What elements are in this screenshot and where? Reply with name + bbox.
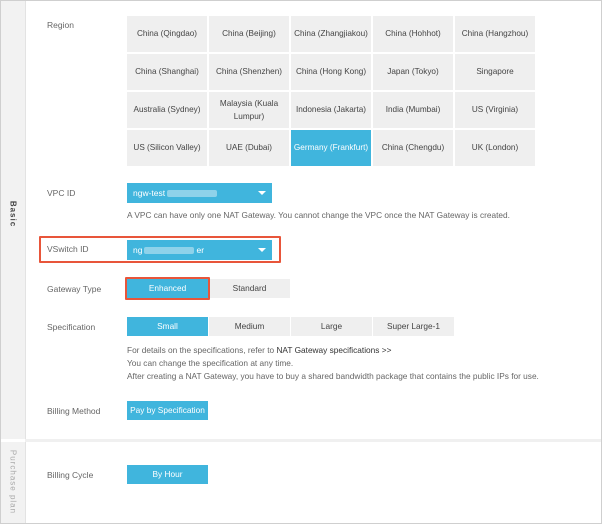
vpc-id-value: ngw-test bbox=[133, 188, 166, 198]
purchase-plan-section-label: Purchase plan bbox=[8, 449, 18, 515]
region-option[interactable]: India (Mumbai) bbox=[372, 91, 454, 129]
pay-by-specification-button[interactable]: Pay by Specification bbox=[127, 401, 209, 420]
basic-section-label: Basic bbox=[8, 200, 18, 228]
region-option[interactable]: UK (London) bbox=[454, 129, 536, 167]
billing-cycle-options: By Hour bbox=[127, 465, 209, 484]
region-option[interactable]: China (Hangzhou) bbox=[454, 15, 536, 53]
region-option[interactable]: Singapore bbox=[454, 53, 536, 91]
gateway-type-label: Gateway Type bbox=[47, 284, 102, 294]
region-option[interactable]: China (Shenzhen) bbox=[208, 53, 290, 91]
redacted-vswitch-id bbox=[144, 247, 195, 255]
specification-label: Specification bbox=[47, 322, 96, 332]
specification-option[interactable]: Small bbox=[127, 317, 209, 336]
region-option[interactable]: China (Zhangjiakou) bbox=[290, 15, 372, 53]
spec-hint-prefix: For details on the specifications, refer… bbox=[127, 345, 275, 355]
region-option[interactable]: China (Hong Kong) bbox=[290, 53, 372, 91]
specification-option[interactable]: Large bbox=[291, 317, 373, 336]
chevron-down-icon bbox=[258, 191, 266, 195]
nat-gateway-purchase-form: Basic Purchase plan Region China (Qingda… bbox=[0, 0, 602, 524]
vswitch-value-suffix: er bbox=[196, 245, 205, 255]
vpc-id-label: VPC ID bbox=[47, 188, 76, 198]
region-option[interactable]: China (Beijing) bbox=[208, 15, 290, 53]
vswitch-value-prefix: ng bbox=[133, 245, 143, 255]
billing-cycle-label: Billing Cycle bbox=[47, 470, 94, 480]
region-option[interactable]: Germany (Frankfurt) bbox=[290, 129, 372, 167]
specification-option[interactable]: Medium bbox=[209, 317, 291, 336]
section-separator bbox=[25, 439, 601, 442]
vpc-hint: A VPC can have only one NAT Gateway. You… bbox=[127, 210, 510, 220]
gateway-type-highlight-box bbox=[125, 277, 210, 300]
spec-hint-line3: After creating a NAT Gateway, you have t… bbox=[127, 371, 539, 381]
basic-section-tab: Basic bbox=[1, 1, 26, 439]
vswitch-id-label: VSwitch ID bbox=[47, 244, 89, 254]
region-option[interactable]: Japan (Tokyo) bbox=[372, 53, 454, 91]
region-label: Region bbox=[47, 20, 74, 30]
gateway-type-option[interactable]: Standard bbox=[209, 279, 291, 298]
region-option[interactable]: Malaysia (Kuala Lumpur) bbox=[208, 91, 290, 129]
region-option[interactable]: Australia (Sydney) bbox=[126, 91, 208, 129]
specification-options: Small Medium Large Super Large-1 bbox=[127, 317, 455, 336]
region-option[interactable]: China (Chengdu) bbox=[372, 129, 454, 167]
spec-hint-line2: You can change the specification at any … bbox=[127, 358, 294, 368]
purchase-plan-section-tab: Purchase plan bbox=[1, 442, 26, 523]
nat-gateway-specifications-link[interactable]: NAT Gateway specifications >> bbox=[276, 345, 391, 355]
region-option[interactable]: UAE (Dubai) bbox=[208, 129, 290, 167]
billing-method-options: Pay by Specification bbox=[127, 401, 209, 420]
region-option[interactable]: China (Qingdao) bbox=[126, 15, 208, 53]
region-option[interactable]: US (Virginia) bbox=[454, 91, 536, 129]
specification-hint: For details on the specifications, refer… bbox=[127, 344, 539, 383]
by-hour-button[interactable]: By Hour bbox=[127, 465, 209, 484]
billing-method-label: Billing Method bbox=[47, 406, 101, 416]
chevron-down-icon bbox=[258, 248, 266, 252]
region-option[interactable]: US (Silicon Valley) bbox=[126, 129, 208, 167]
region-option[interactable]: China (Hohhot) bbox=[372, 15, 454, 53]
specification-option[interactable]: Super Large-1 bbox=[373, 317, 455, 336]
vswitch-id-select[interactable]: ng er bbox=[127, 240, 272, 260]
region-option[interactable]: Indonesia (Jakarta) bbox=[290, 91, 372, 129]
region-option[interactable]: China (Shanghai) bbox=[126, 53, 208, 91]
vpc-id-select[interactable]: ngw-test bbox=[127, 183, 272, 203]
redacted-vpc-id bbox=[167, 190, 218, 198]
